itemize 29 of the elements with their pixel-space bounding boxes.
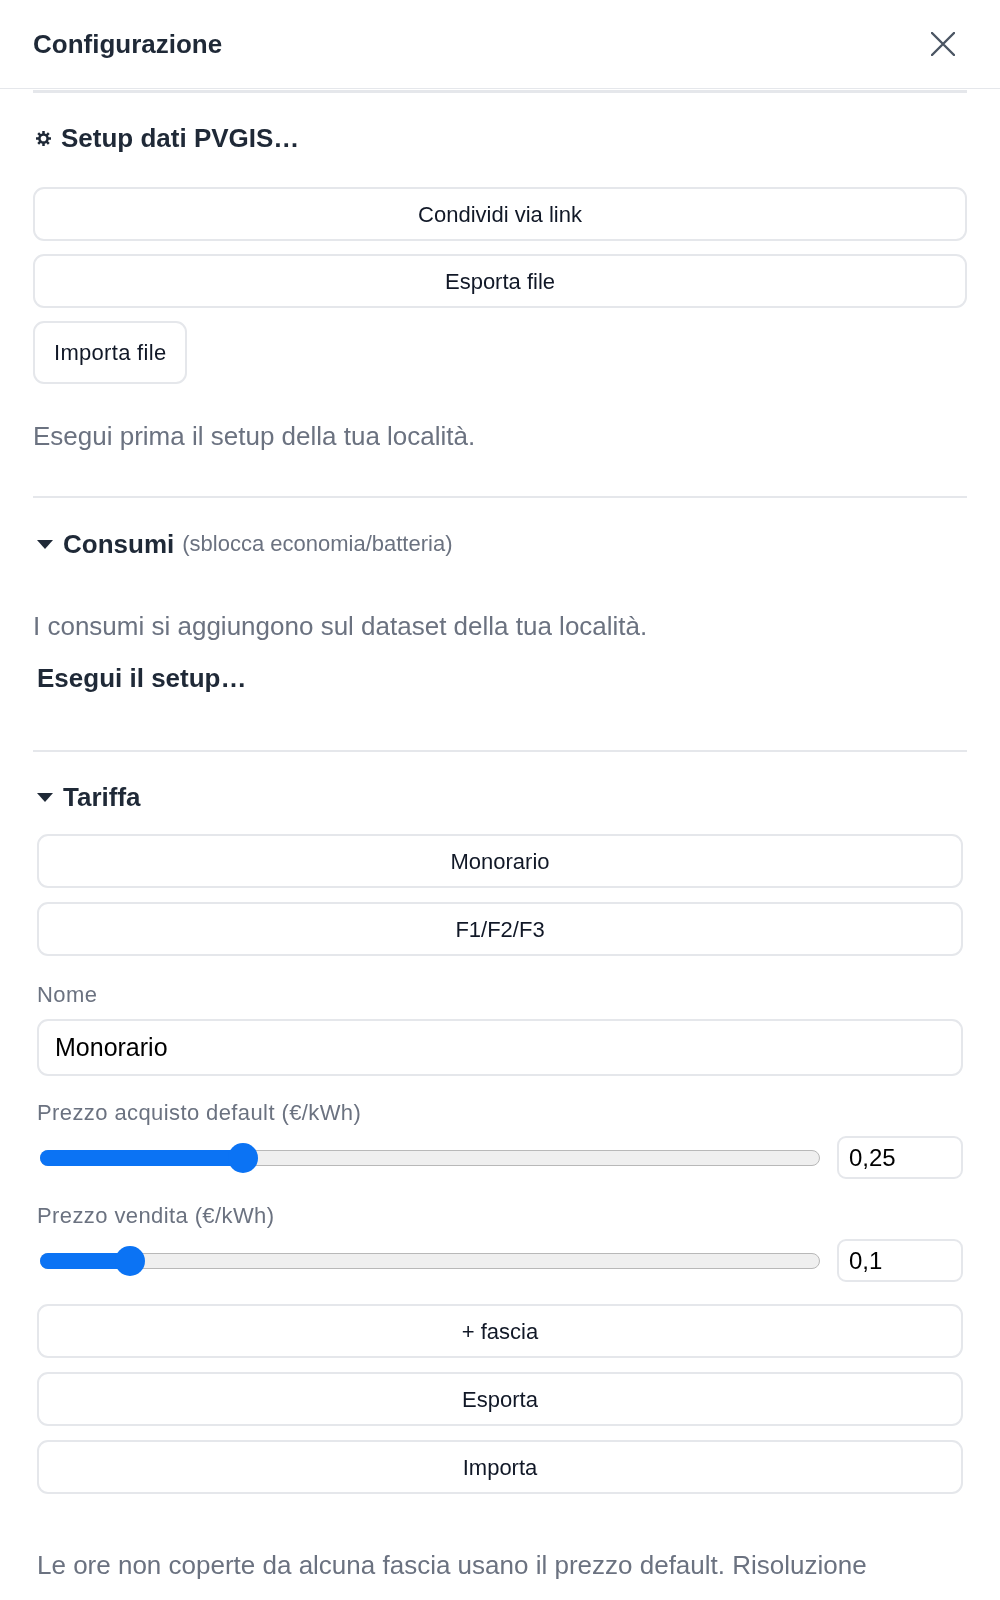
name-field[interactable]: Monorario bbox=[37, 1019, 963, 1076]
button[interactable]: Importa bbox=[37, 1440, 963, 1494]
section-heading[interactable]: Tariffa bbox=[33, 781, 141, 813]
info-text: I consumi si aggiungono sul dataset della tua località. bbox=[33, 610, 649, 642]
field-label: Prezzo acquisto default (€/kWh) bbox=[37, 1099, 362, 1127]
button[interactable]: Importa file bbox=[33, 321, 188, 384]
close-button[interactable] bbox=[930, 31, 956, 57]
field-label: Prezzo vendita (€/kWh) bbox=[37, 1202, 275, 1230]
gear-icon bbox=[36, 130, 51, 146]
plan-button[interactable]: F1/F2/F3 bbox=[37, 902, 963, 956]
slider-thumb[interactable] bbox=[115, 1245, 145, 1276]
close-icon bbox=[931, 32, 955, 56]
dialog-title: Configurazione bbox=[33, 28, 223, 60]
price-slider[interactable] bbox=[40, 1245, 820, 1276]
slider-thumb[interactable] bbox=[227, 1142, 258, 1173]
price-slider[interactable] bbox=[40, 1142, 820, 1173]
info-text: Esegui prima il setup della tua località. bbox=[33, 420, 477, 452]
price-field[interactable]: 0,1 bbox=[837, 1239, 963, 1282]
setup-link[interactable]: Esegui il setup… bbox=[37, 662, 247, 694]
button[interactable]: Condividi via link bbox=[33, 187, 967, 241]
button[interactable]: + fascia bbox=[37, 1304, 963, 1358]
button[interactable]: Esporta bbox=[37, 1372, 963, 1426]
field-label: Nome bbox=[37, 981, 98, 1009]
info-text: Le ore non coperte da alcuna fascia usano il prezzo default. Risoluzione bbox=[37, 1549, 867, 1581]
price-field[interactable]: 0,25 bbox=[837, 1136, 963, 1179]
section-heading[interactable]: Setup dati PVGIS… bbox=[33, 122, 300, 154]
plan-button[interactable]: Monorario bbox=[37, 834, 963, 888]
section-heading[interactable]: Consumi (sblocca economia/batteria) bbox=[33, 528, 453, 560]
button[interactable]: Esporta file bbox=[33, 254, 967, 308]
